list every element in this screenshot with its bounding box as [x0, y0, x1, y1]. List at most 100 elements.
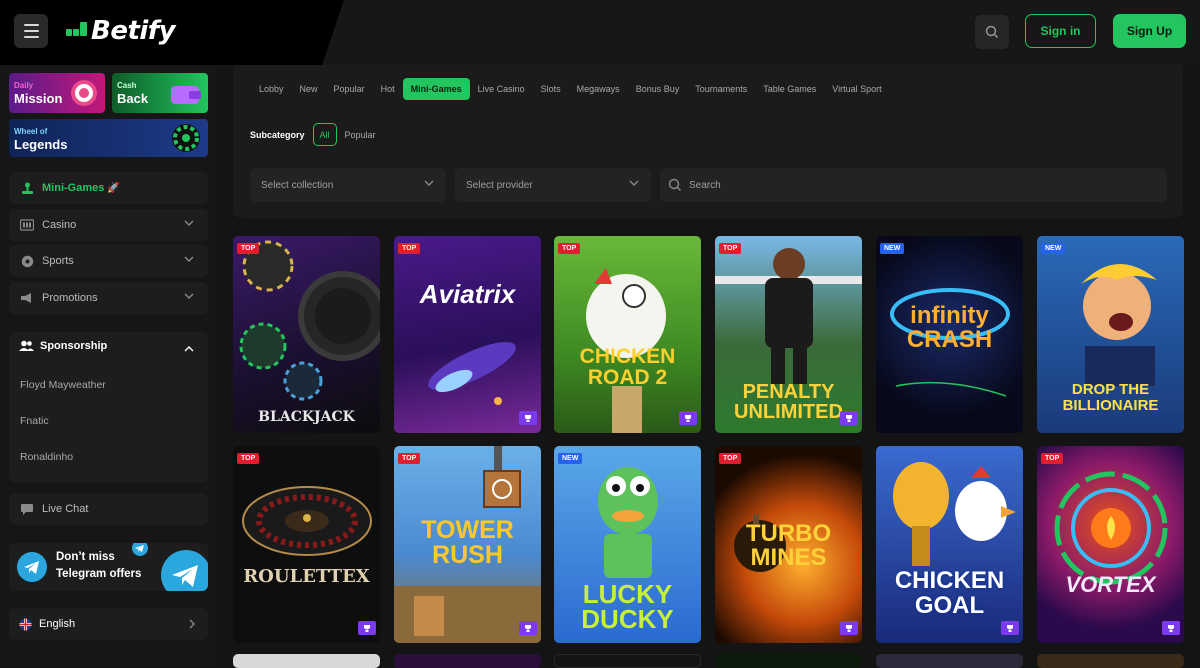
game-title: CHICKEN ROAD 2 — [579, 345, 676, 389]
hamburger-icon — [23, 24, 39, 26]
game-card[interactable] — [233, 654, 380, 668]
subcategory-popular[interactable]: Popular — [345, 130, 376, 140]
sidebar: Daily Mission Cash Back Wheel of Legends… — [0, 65, 216, 667]
game-art — [586, 268, 666, 433]
game-card[interactable]: TOP CHICKEN ROAD 2 — [554, 236, 701, 433]
game-title: TOWER RUSH — [421, 516, 514, 569]
header-search-button[interactable] — [975, 15, 1009, 49]
sponsorship-section: Sponsorship Floyd Mayweather Fnatic Rona… — [9, 332, 208, 482]
badge-top: TOP — [398, 453, 421, 464]
sidebar-item-label: Mini-Games — [42, 182, 105, 194]
game-card[interactable] — [1037, 654, 1184, 668]
telegram-line-2: Telegram offers — [56, 568, 142, 580]
hamburger-icon — [23, 36, 39, 38]
game-card[interactable]: NEW DROP THE BILLIONAIRE — [1037, 236, 1184, 433]
tab-new[interactable]: New — [292, 78, 326, 100]
chevron-down-icon — [424, 180, 434, 186]
search-icon — [985, 25, 998, 38]
game-card[interactable]: TOP Aviatrix — [394, 236, 541, 433]
game-card[interactable]: TOP PENALTY UNLIMITED — [715, 236, 862, 433]
menu-button[interactable] — [14, 14, 48, 48]
chevron-down-icon — [184, 293, 194, 299]
game-card[interactable] — [715, 654, 862, 668]
game-title: VORTEX — [1065, 572, 1156, 597]
category-tabs: Lobby New Popular Hot Mini-Games Live Ca… — [251, 78, 890, 100]
tab-tournaments[interactable]: Tournaments — [687, 78, 755, 100]
sponsor-link[interactable]: Ronaldinho — [20, 451, 73, 463]
sign-in-button[interactable]: Sign in — [1025, 14, 1096, 48]
chevron-up-icon[interactable] — [184, 345, 194, 352]
sign-up-button[interactable]: Sign Up — [1113, 14, 1186, 48]
subcategory-all[interactable]: All — [312, 123, 337, 146]
game-card[interactable]: TOP VORTEX — [1037, 446, 1184, 643]
tab-slots[interactable]: Slots — [533, 78, 569, 100]
game-title: LUCKY DUCKY — [581, 579, 674, 635]
megaphone-icon — [19, 290, 35, 306]
collection-select[interactable]: Select collection — [250, 168, 446, 202]
language-selector[interactable]: English — [9, 608, 208, 640]
subcategory-row: Subcategory All Popular — [250, 123, 376, 146]
trophy-icon — [840, 411, 858, 425]
trophy-icon — [840, 621, 858, 635]
subcategory-label: Subcategory — [250, 129, 305, 140]
provider-select[interactable]: Select provider — [455, 168, 651, 202]
tab-megaways[interactable]: Megaways — [569, 78, 628, 100]
game-art — [428, 342, 516, 405]
game-card[interactable]: TOP TURBO MINES — [715, 446, 862, 643]
trophy-icon — [679, 411, 697, 425]
tab-mini-games[interactable]: Mini-Games — [402, 78, 470, 100]
wheel-icon — [172, 124, 200, 152]
tab-lobby[interactable]: Lobby — [251, 78, 292, 100]
tab-virtual-sport[interactable]: Virtual Sport — [824, 78, 889, 100]
promo-small-label: Daily — [14, 81, 34, 90]
top-bar: Betify Sign in Sign Up — [0, 0, 1200, 65]
game-card[interactable]: NEW infinity CRASH — [876, 236, 1023, 433]
badge-top: TOP — [237, 453, 260, 464]
game-card[interactable]: TOP TOWER RUSH — [394, 446, 541, 643]
uk-flag-icon — [19, 618, 32, 630]
tab-popular[interactable]: Popular — [326, 78, 373, 100]
game-card[interactable]: NEW LUCKY DUCKY — [554, 446, 701, 643]
sponsor-link[interactable]: Floyd Mayweather — [20, 379, 106, 391]
sidebar-item-label: Sports — [42, 255, 74, 267]
telegram-banner[interactable]: Don’t miss Telegram offers — [9, 543, 208, 591]
sidebar-item-mini-games[interactable]: Mini-Games 🚀 — [9, 172, 208, 204]
tab-hot[interactable]: Hot — [373, 78, 403, 100]
game-search-input[interactable]: Search — [660, 168, 1167, 202]
game-title: CHICKEN GOAL — [894, 567, 1005, 620]
tab-bonus-buy[interactable]: Bonus Buy — [628, 78, 688, 100]
sidebar-item-promotions[interactable]: Promotions — [9, 282, 208, 314]
sponsorship-title: Sponsorship — [40, 340, 108, 352]
game-card[interactable]: TOP ROULETTEX — [233, 446, 380, 643]
badge-new: NEW — [880, 243, 905, 254]
sidebar-item-casino[interactable]: Casino — [9, 209, 208, 241]
live-chat-button[interactable]: Live Chat — [9, 493, 208, 525]
tab-table-games[interactable]: Table Games — [755, 78, 824, 100]
promo-big-label: Legends — [14, 137, 68, 152]
filter-panel: Lobby New Popular Hot Mini-Games Live Ca… — [233, 65, 1183, 218]
game-art — [239, 240, 380, 401]
logo-mark-icon — [66, 20, 88, 42]
sidebar-item-sports[interactable]: Sports — [9, 245, 208, 277]
trophy-icon — [519, 621, 537, 635]
game-card[interactable]: TOP BLACKJACK — [233, 236, 380, 433]
sidebar-item-label: Promotions — [42, 292, 98, 304]
promo-wheel-of-legends[interactable]: Wheel of Legends — [9, 119, 208, 157]
game-card[interactable] — [876, 654, 1023, 668]
badge-top: TOP — [237, 243, 260, 254]
game-title: DROP THE BILLIONAIRE — [1062, 381, 1159, 414]
sponsorship-header[interactable]: Sponsorship — [19, 340, 107, 352]
promo-daily-mission[interactable]: Daily Mission — [9, 73, 105, 113]
sponsor-link[interactable]: Fnatic — [20, 415, 49, 427]
provider-select-placeholder: Select provider — [466, 179, 533, 191]
game-card[interactable] — [394, 654, 541, 668]
badge-new: NEW — [1041, 243, 1066, 254]
promo-cash-back[interactable]: Cash Back — [112, 73, 208, 113]
game-card[interactable]: CHICKEN GOAL — [876, 446, 1023, 643]
tab-live-casino[interactable]: Live Casino — [470, 78, 533, 100]
ball-icon — [19, 253, 35, 269]
logo[interactable]: Betify — [66, 15, 176, 47]
search-placeholder: Search — [689, 179, 721, 191]
game-card[interactable] — [554, 654, 701, 668]
chevron-down-icon — [184, 256, 194, 262]
